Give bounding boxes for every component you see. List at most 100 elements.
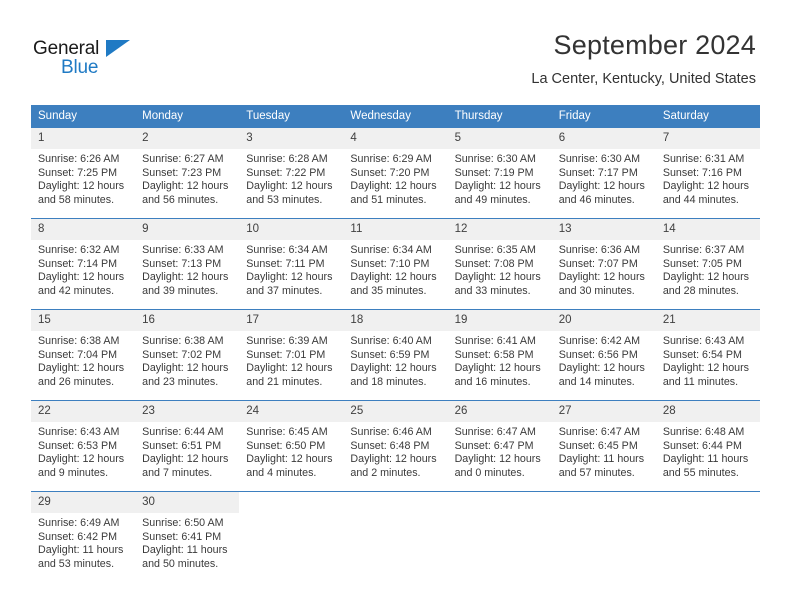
day-info: Sunrise: 6:26 AM Sunset: 7:25 PM Daylight:…	[31, 149, 135, 207]
daylight-text-line1: Daylight: 11 hours	[558, 453, 645, 466]
day-cell[interactable]: 20 Sunrise: 6:42 AM Sunset: 6:56 PM Dayligh…	[551, 309, 656, 401]
day-cell[interactable]: 11 Sunrise: 6:34 AM Sunset: 7:10 PM Dayligh…	[343, 218, 448, 310]
day-number	[239, 492, 343, 513]
day-number	[343, 492, 447, 513]
sunrise-text: Sunrise: 6:29 AM	[350, 153, 432, 165]
sunrise-text: Sunrise: 6:34 AM	[350, 244, 432, 256]
day-info: Sunrise: 6:47 AM Sunset: 6:45 PM Daylight:…	[552, 422, 656, 480]
day-info: Sunrise: 6:28 AM Sunset: 7:22 PM Daylight:…	[239, 149, 343, 207]
daylight-text-line2: and 53 minutes.	[38, 557, 115, 570]
day-info: Sunrise: 6:32 AM Sunset: 7:14 PM Daylight:…	[31, 240, 135, 298]
day-cell[interactable]: 25 Sunrise: 6:46 AM Sunset: 6:48 PM Dayligh…	[343, 400, 448, 492]
daylight-text-line1: Daylight: 11 hours	[662, 453, 749, 466]
sunset-text: Sunset: 7:19 PM	[454, 166, 534, 179]
day-cell[interactable]: 27 Sunrise: 6:47 AM Sunset: 6:45 PM Dayligh…	[551, 400, 656, 492]
day-cell[interactable]: 17 Sunrise: 6:39 AM Sunset: 7:01 PM Dayligh…	[239, 309, 344, 401]
daylight-text-line2: and 11 minutes.	[662, 375, 739, 388]
daylight-text-line2: and 50 minutes.	[142, 557, 219, 570]
day-cell[interactable]: 7 Sunrise: 6:31 AM Sunset: 7:16 PM Daylight…	[655, 128, 760, 219]
daylight-text-line2: and 53 minutes.	[246, 193, 323, 206]
sunset-text: Sunset: 7:13 PM	[142, 257, 222, 270]
day-info: Sunrise: 6:42 AM Sunset: 6:56 PM Daylight:…	[552, 331, 656, 389]
day-cell[interactable]: 5 Sunrise: 6:30 AM Sunset: 7:19 PM Daylight…	[447, 128, 552, 219]
sunset-text: Sunset: 6:59 PM	[350, 348, 430, 361]
day-cell[interactable]: 18 Sunrise: 6:40 AM Sunset: 6:59 PM Dayligh…	[343, 309, 448, 401]
daylight-text-line2: and 57 minutes.	[558, 466, 635, 479]
sunrise-text: Sunrise: 6:44 AM	[142, 426, 224, 438]
day-cell[interactable]: 28 Sunrise: 6:48 AM Sunset: 6:44 PM Dayligh…	[655, 400, 760, 492]
weekday-header-row: Sunday Monday Tuesday Wednesday Thursday…	[31, 105, 760, 128]
day-cell[interactable]: 6 Sunrise: 6:30 AM Sunset: 7:17 PM Daylight…	[551, 128, 656, 219]
calendar-header-row: Sunday Monday Tuesday Wednesday Thursday…	[31, 105, 760, 128]
daylight-text-line1: Daylight: 12 hours	[558, 180, 645, 193]
day-number: 18	[343, 310, 448, 331]
day-cell[interactable]: 9 Sunrise: 6:33 AM Sunset: 7:13 PM Daylight…	[135, 218, 240, 310]
day-cell[interactable]: 29 Sunrise: 6:49 AM Sunset: 6:42 PM Dayligh…	[31, 491, 136, 582]
day-number: 14	[655, 219, 760, 240]
day-cell[interactable]: 26 Sunrise: 6:47 AM Sunset: 6:47 PM Dayligh…	[447, 400, 552, 492]
day-cell[interactable]: 1 Sunrise: 6:26 AM Sunset: 7:25 PM Daylight…	[31, 128, 136, 219]
day-cell[interactable]: 8 Sunrise: 6:32 AM Sunset: 7:14 PM Daylight…	[31, 218, 136, 310]
day-cell[interactable]: 24 Sunrise: 6:45 AM Sunset: 6:50 PM Dayligh…	[239, 400, 344, 492]
day-cell[interactable]: 15 Sunrise: 6:38 AM Sunset: 7:04 PM Dayligh…	[31, 309, 136, 401]
day-cell[interactable]: 3 Sunrise: 6:28 AM Sunset: 7:22 PM Daylight…	[239, 128, 344, 219]
sunset-text: Sunset: 7:14 PM	[38, 257, 118, 270]
daylight-text-line1: Daylight: 12 hours	[246, 271, 333, 284]
sunset-text: Sunset: 6:44 PM	[662, 439, 742, 452]
day-info: Sunrise: 6:50 AM Sunset: 6:41 PM Daylight:…	[135, 513, 239, 571]
daylight-text-line1: Daylight: 12 hours	[454, 453, 541, 466]
day-number: 19	[447, 310, 552, 331]
sunrise-text: Sunrise: 6:43 AM	[38, 426, 120, 438]
day-cell[interactable]: 10 Sunrise: 6:34 AM Sunset: 7:11 PM Dayligh…	[239, 218, 344, 310]
sunrise-text: Sunrise: 6:46 AM	[350, 426, 432, 438]
logo-text-blue: Blue	[61, 57, 99, 78]
daylight-text-line2: and 35 minutes.	[350, 284, 427, 297]
calendar-week-row: 1 Sunrise: 6:26 AM Sunset: 7:25 PM Daylight…	[31, 128, 760, 219]
daylight-text-line2: and 21 minutes.	[246, 375, 323, 388]
day-cell[interactable]: 22 Sunrise: 6:43 AM Sunset: 6:53 PM Dayligh…	[31, 400, 136, 492]
daylight-text-line1: Daylight: 12 hours	[38, 180, 125, 193]
weekday-header-tuesday: Tuesday	[239, 105, 344, 128]
day-number: 7	[655, 128, 760, 149]
daylight-text-line1: Daylight: 12 hours	[350, 271, 437, 284]
day-cell[interactable]: 4 Sunrise: 6:29 AM Sunset: 7:20 PM Daylight…	[343, 128, 448, 219]
day-cell[interactable]: 21 Sunrise: 6:43 AM Sunset: 6:54 PM Dayligh…	[655, 309, 760, 401]
day-cell[interactable]: 13 Sunrise: 6:36 AM Sunset: 7:07 PM Dayligh…	[551, 218, 656, 310]
sunrise-text: Sunrise: 6:33 AM	[142, 244, 224, 256]
day-info: Sunrise: 6:27 AM Sunset: 7:23 PM Daylight:…	[135, 149, 239, 207]
day-number: 12	[447, 219, 552, 240]
day-cell[interactable]: 16 Sunrise: 6:38 AM Sunset: 7:02 PM Dayligh…	[135, 309, 240, 401]
day-number: 8	[31, 219, 136, 240]
day-info: Sunrise: 6:30 AM Sunset: 7:17 PM Daylight:…	[552, 149, 656, 207]
weekday-header-monday: Monday	[135, 105, 240, 128]
daylight-text-line2: and 4 minutes.	[246, 466, 317, 479]
day-number: 24	[239, 401, 344, 422]
day-info	[239, 513, 343, 517]
day-number: 13	[551, 219, 656, 240]
sunset-text: Sunset: 6:51 PM	[142, 439, 222, 452]
day-cell[interactable]: 19 Sunrise: 6:41 AM Sunset: 6:58 PM Dayligh…	[447, 309, 552, 401]
day-info: Sunrise: 6:37 AM Sunset: 7:05 PM Daylight:…	[656, 240, 760, 298]
day-info: Sunrise: 6:35 AM Sunset: 7:08 PM Daylight:…	[448, 240, 552, 298]
sunset-text: Sunset: 7:22 PM	[246, 166, 326, 179]
day-number: 4	[343, 128, 448, 149]
calendar-week-row: 15 Sunrise: 6:38 AM Sunset: 7:04 PM Dayligh…	[31, 309, 760, 401]
daylight-text-line1: Daylight: 12 hours	[246, 453, 333, 466]
sunrise-text: Sunrise: 6:40 AM	[350, 335, 432, 347]
day-info: Sunrise: 6:41 AM Sunset: 6:58 PM Daylight:…	[448, 331, 552, 389]
day-cell[interactable]: 14 Sunrise: 6:37 AM Sunset: 7:05 PM Dayligh…	[655, 218, 760, 310]
day-cell[interactable]: 30 Sunrise: 6:50 AM Sunset: 6:41 PM Dayligh…	[135, 491, 240, 582]
day-cell[interactable]: 2 Sunrise: 6:27 AM Sunset: 7:23 PM Daylight…	[135, 128, 240, 219]
day-cell[interactable]: 12 Sunrise: 6:35 AM Sunset: 7:08 PM Dayligh…	[447, 218, 552, 310]
sunset-text: Sunset: 7:07 PM	[558, 257, 638, 270]
day-number: 17	[239, 310, 344, 331]
day-info: Sunrise: 6:46 AM Sunset: 6:48 PM Daylight:…	[343, 422, 447, 480]
daylight-text-line1: Daylight: 12 hours	[350, 180, 437, 193]
day-cell[interactable]: 23 Sunrise: 6:44 AM Sunset: 6:51 PM Dayligh…	[135, 400, 240, 492]
daylight-text-line1: Daylight: 12 hours	[142, 362, 229, 375]
sunset-text: Sunset: 6:50 PM	[246, 439, 326, 452]
day-info: Sunrise: 6:33 AM Sunset: 7:13 PM Daylight:…	[135, 240, 239, 298]
sunset-text: Sunset: 6:47 PM	[454, 439, 534, 452]
sunset-text: Sunset: 6:58 PM	[454, 348, 534, 361]
title-block: September 2024 La Center, Kentucky, Unit…	[531, 28, 756, 90]
